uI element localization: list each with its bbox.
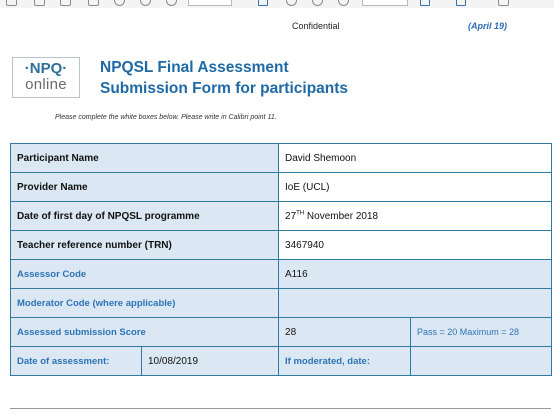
hand-tool-icon[interactable] (286, 0, 297, 6)
score-note: Pass = 20 Maximum = 28 (410, 317, 553, 347)
first-day-rest: November 2018 (304, 210, 379, 222)
page-divider (10, 408, 551, 409)
score-label: Assessed submission Score (9, 317, 280, 347)
mail-icon[interactable] (88, 0, 99, 6)
zoom-plus-icon[interactable] (338, 0, 349, 6)
table-row: Date of assessment: 10/08/2019 If modera… (10, 346, 553, 376)
viewer-toolbar (0, 0, 554, 8)
table-row: Teacher reference number (TRN) 3467940 (9, 230, 553, 260)
table-row: Assessed submission Score 28 Pass = 20 M… (9, 317, 553, 347)
print-icon[interactable] (60, 0, 71, 6)
confidential-label: Confidential (292, 21, 340, 31)
moderator-code-field (278, 288, 553, 318)
table-row: Assessor Code A116 (9, 259, 553, 289)
fit-page-icon[interactable] (420, 0, 430, 6)
npq-online-logo: ·NPQ· online (12, 57, 80, 98)
provider-name-label: Provider Name (9, 172, 280, 202)
table-row: Moderator Code (where applicable) (9, 288, 553, 318)
next-page-icon[interactable] (34, 0, 45, 6)
search-icon[interactable] (114, 0, 125, 6)
first-day-label: Date of first day of NPQSL programme (9, 201, 280, 231)
participant-name-field[interactable]: David Shemoon (278, 143, 553, 173)
instruction-text: Please complete the white boxes below. P… (55, 114, 277, 121)
zoom-minus-icon[interactable] (312, 0, 323, 6)
tools-icon[interactable] (498, 0, 509, 6)
assessment-date-label: Date of assessment: (10, 346, 142, 376)
version-date: (April 19) (468, 21, 508, 31)
moderator-code-label: Moderator Code (where applicable) (9, 288, 280, 318)
logo-text-top: ·NPQ· (24, 60, 68, 77)
logo-text-bottom: online (25, 76, 67, 93)
assessor-code-field: A116 (278, 259, 553, 289)
first-day-field[interactable]: 27TH November 2018 (278, 201, 553, 231)
score-field: 28 (278, 317, 412, 347)
table-row: Participant Name David Shemoon (9, 143, 553, 173)
participant-name-label: Participant Name (9, 143, 280, 173)
table-row: Provider Name IoE (UCL) (9, 172, 553, 202)
moderated-date-label: If moderated, date: (278, 346, 412, 376)
page-title-line-2: Submission Form for participants (100, 80, 349, 97)
scroll-mode-icon[interactable] (456, 0, 466, 6)
select-tool-icon[interactable] (258, 0, 268, 6)
trn-label: Teacher reference number (TRN) (9, 230, 280, 260)
submission-form-table: Participant Name David Shemoon Provider … (9, 143, 553, 376)
zoom-in-icon[interactable] (166, 0, 177, 6)
moderated-date-field (410, 346, 553, 376)
assessor-code-label: Assessor Code (9, 259, 280, 289)
previous-page-icon[interactable] (6, 0, 17, 6)
trn-field[interactable]: 3467940 (278, 230, 553, 260)
zoom-level-input[interactable] (362, 0, 408, 6)
zoom-out-icon[interactable] (140, 0, 151, 6)
first-day-suffix: TH (296, 210, 305, 217)
page-title-line-1: NPQSL Final Assessment (100, 59, 289, 76)
page-number-input[interactable] (188, 0, 232, 6)
assessment-date-field: 10/08/2019 (140, 346, 280, 376)
table-row: Date of first day of NPQSL programme 27T… (9, 201, 553, 231)
provider-name-field[interactable]: IoE (UCL) (278, 172, 553, 202)
first-day-day: 27 (285, 210, 297, 222)
